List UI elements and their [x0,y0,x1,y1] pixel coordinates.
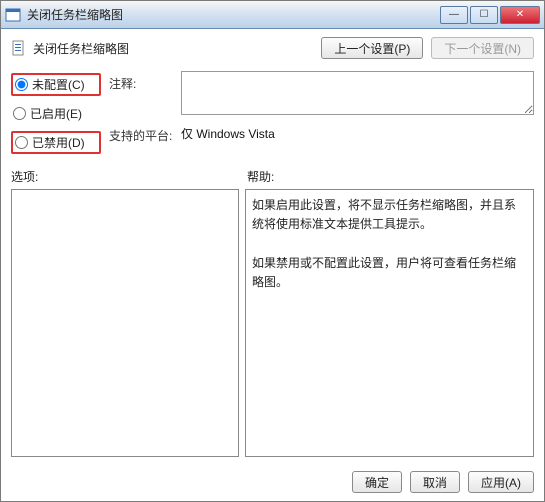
radio-enabled-input[interactable] [13,107,26,120]
help-pane: 如果启用此设置，将不显示任务栏缩略图，并且系统将使用标准文本提供工具提示。 如果… [245,189,534,457]
radio-disabled-label: 已禁用(D) [32,134,85,151]
window-title: 关闭任务栏缩略图 [27,6,440,23]
dialog-body: 关闭任务栏缩略图 上一个设置(P) 下一个设置(N) 未配置(C) 已启用(E)… [1,29,544,463]
help-paragraph-2: 如果禁用或不配置此设置，用户将可查看任务栏缩略图。 [252,254,527,292]
radio-disabled[interactable]: 已禁用(D) [11,131,101,154]
apply-button[interactable]: 应用(A) [468,471,534,493]
footer: 确定 取消 应用(A) [1,463,544,501]
comment-label: 注释: [109,71,173,92]
header-row: 关闭任务栏缩略图 上一个设置(P) 下一个设置(N) [11,37,534,59]
help-label: 帮助: [247,168,274,185]
next-setting-button[interactable]: 下一个设置(N) [431,37,534,59]
window-buttons: — ☐ ✕ [440,6,540,24]
platform-label: 支持的平台: [109,123,173,144]
platform-value: 仅 Windows Vista [181,123,534,142]
radio-not-configured[interactable]: 未配置(C) [11,73,101,96]
right-column: 注释: 支持的平台: 仅 Windows Vista [109,71,534,144]
titlebar[interactable]: 关闭任务栏缩略图 — ☐ ✕ [1,1,544,29]
comment-textarea[interactable] [181,71,534,115]
radio-enabled[interactable]: 已启用(E) [11,104,101,123]
radio-group: 未配置(C) 已启用(E) 已禁用(D) [11,71,101,154]
config-section: 未配置(C) 已启用(E) 已禁用(D) 注释: 支持的平台: [11,71,534,154]
app-icon [5,7,21,23]
policy-icon [11,40,27,56]
previous-setting-button[interactable]: 上一个设置(P) [321,37,423,59]
maximize-button[interactable]: ☐ [470,6,498,24]
options-pane[interactable] [11,189,239,457]
platform-row: 支持的平台: 仅 Windows Vista [109,123,534,144]
cancel-button[interactable]: 取消 [410,471,460,493]
policy-title: 关闭任务栏缩略图 [33,40,321,57]
radio-not-configured-input[interactable] [15,78,28,91]
help-paragraph-1: 如果启用此设置，将不显示任务栏缩略图，并且系统将使用标准文本提供工具提示。 [252,196,527,234]
nav-buttons: 上一个设置(P) 下一个设置(N) [321,37,534,59]
options-label: 选项: [11,168,247,185]
radio-not-configured-label: 未配置(C) [32,76,85,93]
ok-button[interactable]: 确定 [352,471,402,493]
radio-enabled-label: 已启用(E) [30,105,82,122]
comment-row: 注释: [109,71,534,115]
minimize-button[interactable]: — [440,6,468,24]
radio-disabled-input[interactable] [15,136,28,149]
pane-labels: 选项: 帮助: [11,168,534,185]
panes: 如果启用此设置，将不显示任务栏缩略图，并且系统将使用标准文本提供工具提示。 如果… [11,189,534,457]
close-button[interactable]: ✕ [500,6,540,24]
dialog-window: 关闭任务栏缩略图 — ☐ ✕ 关闭任务栏缩略图 上一个设置(P) 下一个设置(N… [0,0,545,502]
